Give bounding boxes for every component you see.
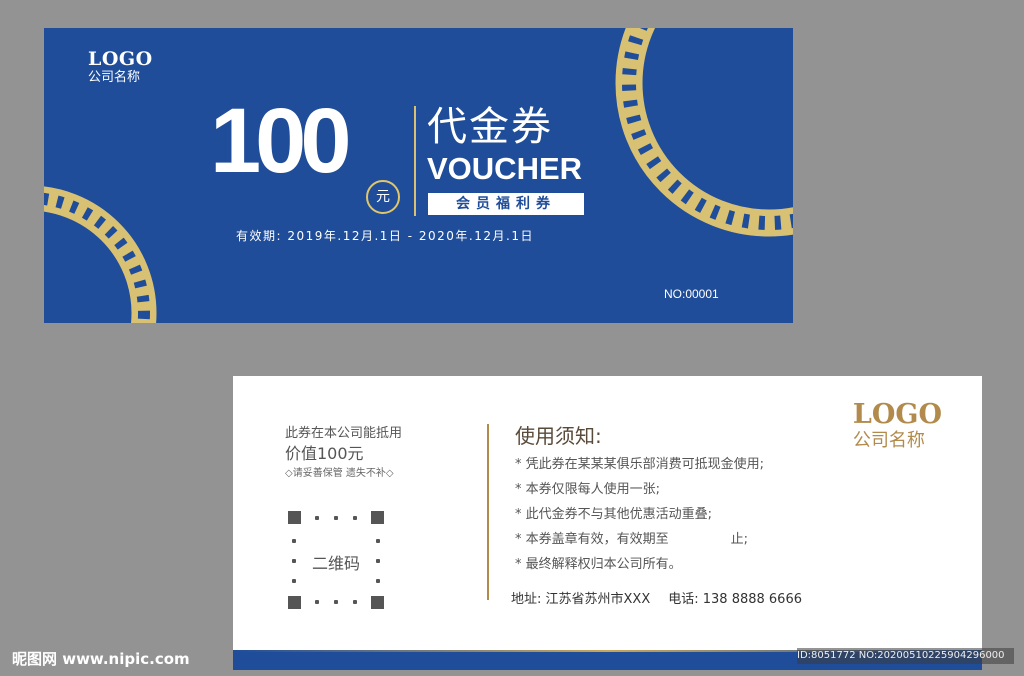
notice-item: * 本券盖章有效，有效期至 止;: [515, 532, 748, 547]
front-logo: LOGO 公司名称: [88, 48, 153, 86]
qr-code-placeholder: 二维码: [288, 511, 384, 609]
logo-text: LOGO: [852, 399, 942, 430]
validity-period: 有效期: 2019年.12月.1日 - 2020年.12月.1日: [236, 229, 534, 243]
notice-item: * 最终解释权归本公司所有。: [515, 557, 682, 572]
voucher-title-en: VOUCHER: [427, 151, 583, 186]
notice-item: * 凭此券在某某某俱乐部消费可抵现金使用;: [515, 457, 765, 472]
back-logo: LOGO 公司名称: [853, 400, 942, 452]
voucher-back: 此券在本公司能抵用 价值100元 ◇请妥善保管 遗失不补◇ 二维码 使用须知: …: [233, 376, 982, 670]
logo-text: LOGO: [88, 48, 153, 70]
notice-item: * 本券仅限每人使用一张;: [515, 482, 661, 497]
company-name: 公司名称: [852, 430, 925, 451]
phone-text: 电话: 138 8888 6666: [668, 592, 802, 607]
qr-label: 二维码: [311, 554, 360, 573]
currency-badge: 元: [366, 180, 400, 214]
notice-title: 使用须知:: [515, 424, 602, 448]
serial-number: NO:00001: [664, 287, 719, 301]
company-name: 公司名称: [88, 70, 141, 85]
voucher-title-cn: 代金券: [427, 104, 553, 150]
notice-list: * 凭此券在某某某俱乐部消费可抵现金使用; * 本券仅限每人使用一张; * 此代…: [515, 452, 764, 577]
ornament-ring-icon: [44, 186, 157, 323]
credit-text: 此券在本公司能抵用: [285, 426, 403, 441]
voucher-amount: 100: [210, 90, 351, 192]
contact-info: 地址: 江苏省苏州市XXX 电话: 138 8888 6666: [511, 588, 802, 607]
title-divider: [414, 106, 416, 216]
voucher-front: LOGO 公司名称 100 元 代金券 VOUCHER 会员福利券 有效期: 2…: [44, 28, 793, 323]
ornament-ring-icon: [615, 28, 793, 237]
credit-value: 价值100元: [285, 444, 364, 463]
address-text: 地址: 江苏省苏州市XXX: [511, 592, 651, 607]
site-watermark: 昵图网 www.nipic.com: [12, 650, 190, 668]
member-label: 会员福利券: [428, 193, 584, 215]
keep-note: ◇请妥善保管 遗失不补◇: [285, 468, 394, 479]
image-id-watermark: ID:8051772 NO:20200510225904296000: [797, 648, 1014, 664]
notice-item: * 此代金券不与其他优惠活动重叠;: [515, 507, 713, 522]
back-divider: [487, 424, 489, 600]
